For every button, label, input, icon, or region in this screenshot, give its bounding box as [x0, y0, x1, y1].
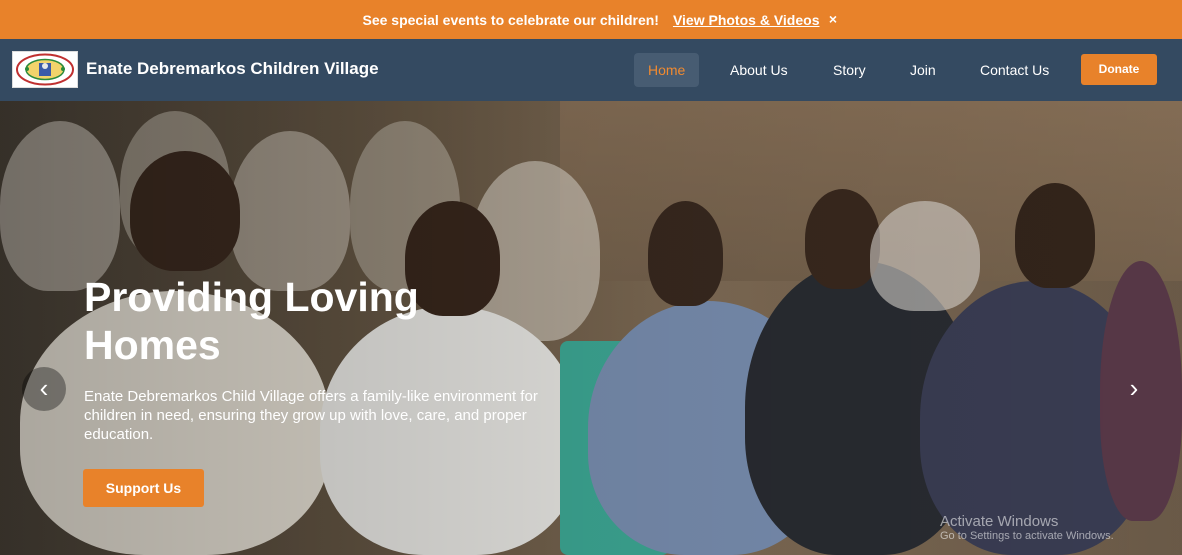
watermark-title: Activate Windows [940, 513, 1059, 530]
announcement-message: See special events to celebrate our chil… [362, 11, 659, 28]
nav-about-us[interactable]: About Us [716, 53, 802, 87]
watermark-subtitle: Go to Settings to activate Windows. [940, 530, 1114, 542]
view-photos-link[interactable]: View Photos & Videos [673, 12, 820, 28]
site-logo[interactable] [12, 51, 78, 88]
logo-emblem-icon [16, 53, 74, 86]
donate-button[interactable]: Donate [1081, 54, 1157, 85]
hero-title: Providing Loving Homes [84, 274, 419, 368]
hero-description: Enate Debremarkos Child Village offers a… [84, 388, 538, 443]
main-navbar: Enate Debremarkos Children Village Home … [0, 39, 1182, 101]
windows-activation-watermark: Activate Windows Go to Settings to activ… [940, 513, 1114, 542]
nav-contact-us[interactable]: Contact Us [966, 53, 1063, 87]
nav-join[interactable]: Join [896, 53, 950, 87]
nav-home[interactable]: Home [634, 53, 700, 87]
chevron-right-icon[interactable]: › [1112, 367, 1156, 411]
announcement-bar: See special events to celebrate our chil… [0, 0, 1182, 39]
brand-name[interactable]: Enate Debremarkos Children Village [86, 59, 379, 79]
nav-story[interactable]: Story [819, 53, 880, 87]
hero-carousel: Providing Loving Homes Enate Debremarkos… [0, 101, 1182, 555]
close-icon[interactable]: × [826, 10, 840, 28]
support-us-button[interactable]: Support Us [83, 469, 204, 507]
chevron-left-icon[interactable]: ‹ [22, 367, 66, 411]
